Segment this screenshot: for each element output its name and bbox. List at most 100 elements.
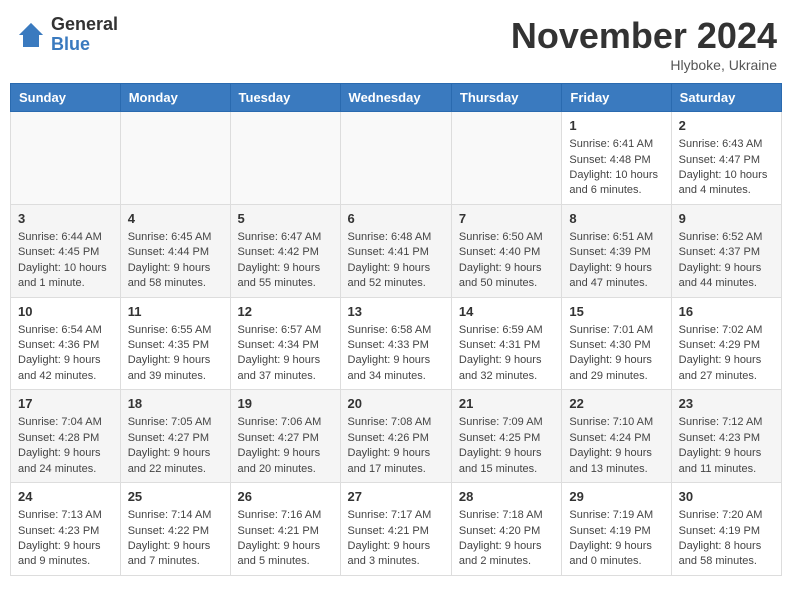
day-number: 11 (128, 303, 223, 321)
day-number: 25 (128, 488, 223, 506)
calendar-cell: 2Sunrise: 6:43 AM Sunset: 4:47 PM Daylig… (671, 112, 781, 205)
day-number: 23 (679, 395, 774, 413)
logo-blue-text: Blue (51, 35, 118, 55)
week-row-1: 1 Sunrise: 6:41 AM Sunset: 4:48 PM Daylig… (11, 112, 782, 205)
day-info: Sunrise: 7:05 AM Sunset: 4:27 PM Dayligh… (128, 416, 212, 474)
day-info: Sunrise: 7:17 AM Sunset: 4:21 PM Dayligh… (348, 509, 432, 567)
day-number: 24 (18, 488, 113, 506)
day-number: 19 (238, 395, 333, 413)
month-title: November 2024 (511, 15, 777, 57)
calendar-cell: 16Sunrise: 7:02 AM Sunset: 4:29 PM Dayli… (671, 297, 781, 390)
calendar-cell: 23 Sunrise: 7:12 AM Sunset: 4:23 PM Dayli… (671, 390, 781, 483)
day-number: 10 (18, 303, 113, 321)
calendar-cell: 26 Sunrise: 7:16 AM Sunset: 4:21 PM Dayli… (230, 483, 340, 576)
calendar-cell: 27 Sunrise: 7:17 AM Sunset: 4:21 PM Dayli… (340, 483, 451, 576)
day-info: Sunrise: 6:43 AM Sunset: 4:47 PM Dayligh… (679, 138, 768, 196)
day-info: Sunrise: 7:20 AM Sunset: 4:19 PM Dayligh… (679, 509, 763, 567)
day-number: 14 (459, 303, 554, 321)
day-number: 21 (459, 395, 554, 413)
day-info: Sunrise: 7:01 AM Sunset: 4:30 PM Dayligh… (569, 324, 653, 382)
day-number: 6 (348, 210, 444, 228)
week-row-4: 17Sunrise: 7:04 AM Sunset: 4:28 PM Dayli… (11, 390, 782, 483)
calendar-cell: 8 Sunrise: 6:51 AM Sunset: 4:39 PM Daylig… (562, 204, 671, 297)
day-info: Sunrise: 6:55 AM Sunset: 4:35 PM Dayligh… (128, 324, 212, 382)
calendar-cell: 4 Sunrise: 6:45 AM Sunset: 4:44 PM Daylig… (120, 204, 230, 297)
day-number: 8 (569, 210, 663, 228)
logo-general-text: General (51, 15, 118, 35)
week-row-2: 3Sunrise: 6:44 AM Sunset: 4:45 PM Daylig… (11, 204, 782, 297)
calendar-cell (120, 112, 230, 205)
day-number: 15 (569, 303, 663, 321)
day-number: 29 (569, 488, 663, 506)
day-info: Sunrise: 6:50 AM Sunset: 4:40 PM Dayligh… (459, 231, 543, 289)
calendar-cell: 12 Sunrise: 6:57 AM Sunset: 4:34 PM Dayli… (230, 297, 340, 390)
calendar-cell: 1 Sunrise: 6:41 AM Sunset: 4:48 PM Daylig… (562, 112, 671, 205)
calendar-cell: 18 Sunrise: 7:05 AM Sunset: 4:27 PM Dayli… (120, 390, 230, 483)
day-info: Sunrise: 6:52 AM Sunset: 4:37 PM Dayligh… (679, 231, 763, 289)
day-number: 27 (348, 488, 444, 506)
day-number: 17 (18, 395, 113, 413)
weekday-header-wednesday: Wednesday (340, 84, 451, 112)
day-info: Sunrise: 7:12 AM Sunset: 4:23 PM Dayligh… (679, 416, 763, 474)
day-number: 4 (128, 210, 223, 228)
day-number: 30 (679, 488, 774, 506)
day-info: Sunrise: 6:58 AM Sunset: 4:33 PM Dayligh… (348, 324, 432, 382)
day-info: Sunrise: 6:51 AM Sunset: 4:39 PM Dayligh… (569, 231, 653, 289)
calendar-cell: 22 Sunrise: 7:10 AM Sunset: 4:24 PM Dayli… (562, 390, 671, 483)
calendar-cell: 14 Sunrise: 6:59 AM Sunset: 4:31 PM Dayli… (451, 297, 561, 390)
day-number: 12 (238, 303, 333, 321)
calendar-cell (451, 112, 561, 205)
day-number: 7 (459, 210, 554, 228)
calendar-cell: 21 Sunrise: 7:09 AM Sunset: 4:25 PM Dayli… (451, 390, 561, 483)
calendar-cell: 29 Sunrise: 7:19 AM Sunset: 4:19 PM Dayli… (562, 483, 671, 576)
weekday-header-monday: Monday (120, 84, 230, 112)
calendar-cell: 30 Sunrise: 7:20 AM Sunset: 4:19 PM Dayli… (671, 483, 781, 576)
weekday-header-tuesday: Tuesday (230, 84, 340, 112)
day-number: 22 (569, 395, 663, 413)
day-info: Sunrise: 6:47 AM Sunset: 4:42 PM Dayligh… (238, 231, 322, 289)
day-info: Sunrise: 6:45 AM Sunset: 4:44 PM Dayligh… (128, 231, 212, 289)
day-number: 28 (459, 488, 554, 506)
logo: General Blue (15, 15, 118, 55)
calendar-cell: 7 Sunrise: 6:50 AM Sunset: 4:40 PM Daylig… (451, 204, 561, 297)
calendar-cell: 9 Sunrise: 6:52 AM Sunset: 4:37 PM Daylig… (671, 204, 781, 297)
day-info: Sunrise: 7:09 AM Sunset: 4:25 PM Dayligh… (459, 416, 543, 474)
page-header: General Blue November 2024 Hlyboke, Ukra… (10, 10, 782, 73)
day-info: Sunrise: 7:02 AM Sunset: 4:29 PM Dayligh… (679, 324, 763, 382)
day-info: Sunrise: 6:41 AM Sunset: 4:48 PM Dayligh… (569, 138, 658, 196)
day-number: 3 (18, 210, 113, 228)
weekday-header-thursday: Thursday (451, 84, 561, 112)
day-info: Sunrise: 7:19 AM Sunset: 4:19 PM Dayligh… (569, 509, 653, 567)
day-info: Sunrise: 6:48 AM Sunset: 4:41 PM Dayligh… (348, 231, 432, 289)
day-info: Sunrise: 7:13 AM Sunset: 4:23 PM Dayligh… (18, 509, 102, 567)
day-info: Sunrise: 7:08 AM Sunset: 4:26 PM Dayligh… (348, 416, 432, 474)
day-number: 20 (348, 395, 444, 413)
calendar-cell: 11 Sunrise: 6:55 AM Sunset: 4:35 PM Dayli… (120, 297, 230, 390)
calendar-cell (230, 112, 340, 205)
day-info: Sunrise: 6:54 AM Sunset: 4:36 PM Dayligh… (18, 324, 102, 382)
calendar-cell: 10 Sunrise: 6:54 AM Sunset: 4:36 PM Dayli… (11, 297, 121, 390)
day-info: Sunrise: 7:18 AM Sunset: 4:20 PM Dayligh… (459, 509, 543, 567)
day-info: Sunrise: 6:59 AM Sunset: 4:31 PM Dayligh… (459, 324, 543, 382)
calendar-cell: 13Sunrise: 6:58 AM Sunset: 4:33 PM Dayli… (340, 297, 451, 390)
day-info: Sunrise: 7:10 AM Sunset: 4:24 PM Dayligh… (569, 416, 653, 474)
calendar-cell: 28 Sunrise: 7:18 AM Sunset: 4:20 PM Dayli… (451, 483, 561, 576)
day-number: 5 (238, 210, 333, 228)
day-number: 18 (128, 395, 223, 413)
day-info: Sunrise: 7:16 AM Sunset: 4:21 PM Dayligh… (238, 509, 322, 567)
day-number: 26 (238, 488, 333, 506)
calendar-cell: 24 Sunrise: 7:13 AM Sunset: 4:23 PM Dayli… (11, 483, 121, 576)
day-number: 1 (569, 117, 663, 135)
calendar-table: SundayMondayTuesdayWednesdayThursdayFrid… (10, 83, 782, 576)
day-number: 9 (679, 210, 774, 228)
week-row-5: 24 Sunrise: 7:13 AM Sunset: 4:23 PM Dayli… (11, 483, 782, 576)
calendar-cell: 25Sunrise: 7:14 AM Sunset: 4:22 PM Dayli… (120, 483, 230, 576)
calendar-cell: 19 Sunrise: 7:06 AM Sunset: 4:27 PM Dayli… (230, 390, 340, 483)
weekday-header-sunday: Sunday (11, 84, 121, 112)
day-info: Sunrise: 7:06 AM Sunset: 4:27 PM Dayligh… (238, 416, 322, 474)
day-info: Sunrise: 6:57 AM Sunset: 4:34 PM Dayligh… (238, 324, 322, 382)
logo-text: General Blue (51, 15, 118, 55)
calendar-cell: 5 Sunrise: 6:47 AM Sunset: 4:42 PM Daylig… (230, 204, 340, 297)
calendar-cell: 6 Sunrise: 6:48 AM Sunset: 4:41 PM Daylig… (340, 204, 451, 297)
weekday-header-row: SundayMondayTuesdayWednesdayThursdayFrid… (11, 84, 782, 112)
